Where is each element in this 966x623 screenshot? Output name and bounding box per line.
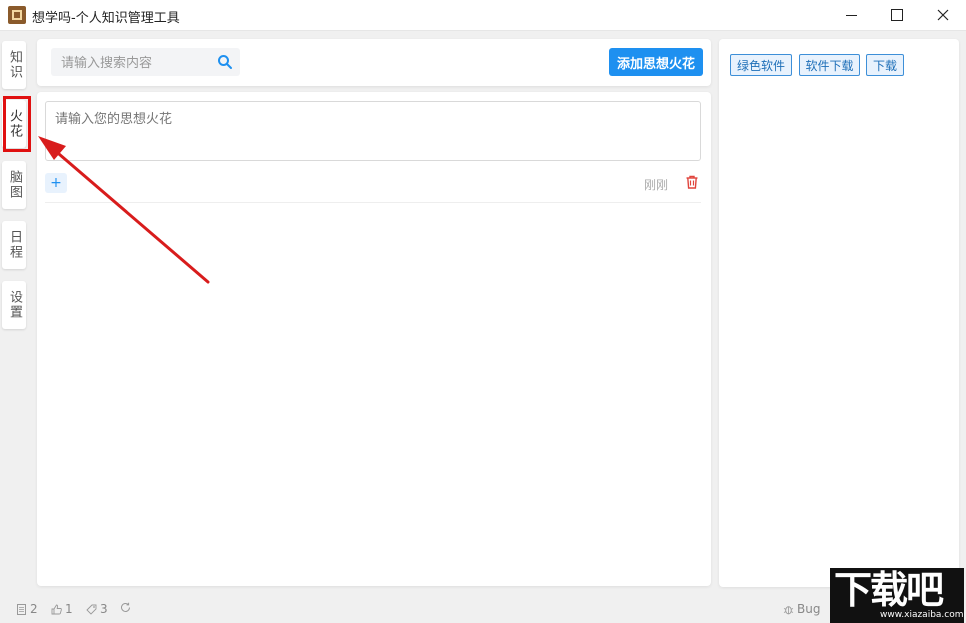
likes-count: 1: [65, 602, 73, 616]
divider: [45, 202, 701, 203]
tab-schedule-label: 日程: [7, 230, 22, 260]
document-icon: [17, 603, 26, 615]
tags-stat: 3: [86, 602, 108, 616]
bug-report-button[interactable]: Bug: [783, 602, 820, 616]
likes-stat: 1: [51, 602, 73, 616]
title-bar: 想学吗-个人知识管理工具: [0, 0, 966, 31]
search-box: [51, 48, 240, 76]
maximize-icon: [891, 9, 903, 21]
watermark-url: www.xiazaiba.com: [880, 610, 964, 620]
close-button[interactable]: [920, 0, 966, 30]
tag-download[interactable]: 下载: [866, 54, 904, 76]
trash-icon[interactable]: [684, 174, 700, 190]
tab-settings-label: 设置: [7, 290, 22, 320]
thumb-up-icon: [51, 604, 62, 614]
tab-knowledge-label: 知识: [7, 50, 22, 80]
spark-input[interactable]: [45, 101, 701, 161]
bug-label: Bug: [797, 602, 821, 616]
tag-panel: 绿色软件 软件下载 下载: [719, 39, 959, 587]
tab-mindmap-label: 脑图: [7, 170, 22, 200]
tag-icon: [86, 604, 97, 615]
tab-mindmap[interactable]: 脑图: [2, 161, 26, 209]
add-spark-button[interactable]: 添加思想火花: [609, 48, 703, 76]
tab-settings[interactable]: 设置: [2, 281, 26, 329]
search-input[interactable]: [59, 53, 213, 73]
highlight-annotation: [3, 96, 31, 152]
tab-schedule[interactable]: 日程: [2, 221, 26, 269]
tags-count: 3: [100, 602, 108, 616]
app-logo-icon: [8, 6, 26, 24]
spark-panel: + 刚刚: [37, 92, 711, 586]
sync-icon: [121, 602, 130, 612]
watermark-text: 下载吧: [834, 568, 944, 612]
watermark-logo: 下载吧 www.xiazaiba.com: [830, 568, 964, 623]
minimize-button[interactable]: [828, 0, 874, 30]
minimize-icon: [845, 14, 857, 16]
tag-software-download[interactable]: 软件下载: [799, 54, 860, 76]
docs-count: 2: [30, 602, 38, 616]
status-bar: 2 1 3 Bug: [0, 596, 966, 623]
maximize-button[interactable]: [874, 0, 920, 30]
add-item-button[interactable]: +: [45, 173, 67, 193]
toolbar-panel: 添加思想火花: [37, 39, 711, 86]
tab-knowledge[interactable]: 知识: [2, 41, 26, 89]
docs-stat: 2: [16, 602, 38, 616]
sync-button[interactable]: [120, 602, 131, 613]
search-icon[interactable]: [217, 54, 233, 70]
window-title: 想学吗-个人知识管理工具: [32, 11, 180, 26]
bug-icon: [783, 605, 794, 614]
timestamp-label: 刚刚: [644, 178, 669, 192]
close-icon: [937, 9, 949, 21]
tag-green-software[interactable]: 绿色软件: [730, 54, 792, 76]
